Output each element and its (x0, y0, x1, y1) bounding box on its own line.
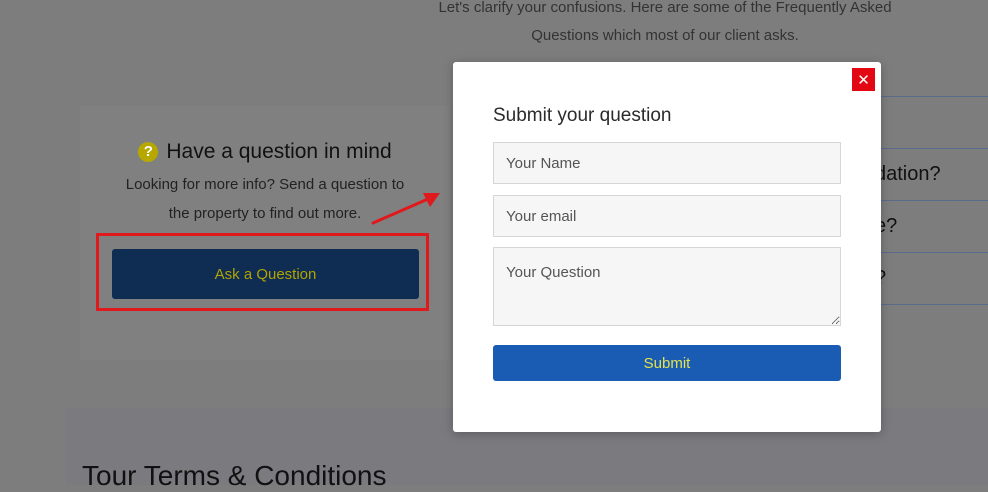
terms-title: Tour Terms & Conditions (82, 460, 387, 491)
close-icon[interactable]: ✕ (851, 67, 876, 92)
ask-card-heading: ? Have a question in mind (80, 140, 450, 164)
help-circle-icon: ? (138, 142, 159, 162)
submit-button[interactable]: Submit (493, 345, 841, 381)
faq-item-text: dation? (875, 163, 941, 185)
email-field[interactable] (493, 195, 841, 237)
question-field[interactable] (493, 247, 841, 326)
annotation-arrow-icon (371, 193, 440, 225)
ask-question-button[interactable]: Ask a Question (112, 249, 419, 299)
ask-card-title: Have a question in mind (166, 140, 392, 163)
name-field[interactable] (493, 142, 841, 184)
faq-intro-line-1: Let's clarify your confusions. Here are … (438, 0, 892, 16)
page-background: Let's clarify your confusions. Here are … (0, 0, 988, 491)
faq-intro: Let's clarify your confusions. Here are … (420, 0, 910, 50)
faq-intro-line-2: Questions which most of our client asks. (531, 27, 799, 44)
modal-title: Submit your question (493, 105, 672, 126)
question-modal: ✕ Submit your question Submit (453, 62, 881, 432)
ask-question-card: ? Have a question in mind Looking for mor… (80, 106, 450, 360)
